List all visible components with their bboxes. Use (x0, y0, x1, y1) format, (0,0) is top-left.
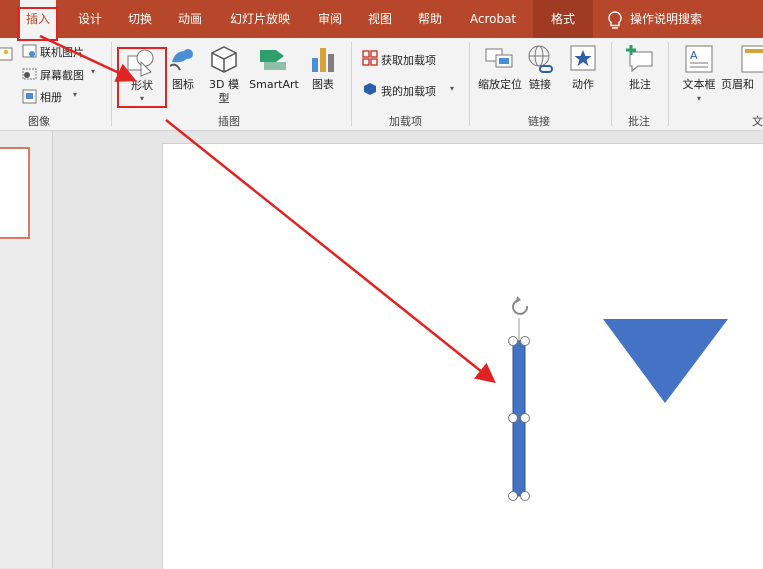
annotation-arrow-to-shapes (39, 34, 137, 82)
annotation-arrows (39, 34, 496, 384)
annotation-arrow-to-shape (165, 119, 496, 384)
